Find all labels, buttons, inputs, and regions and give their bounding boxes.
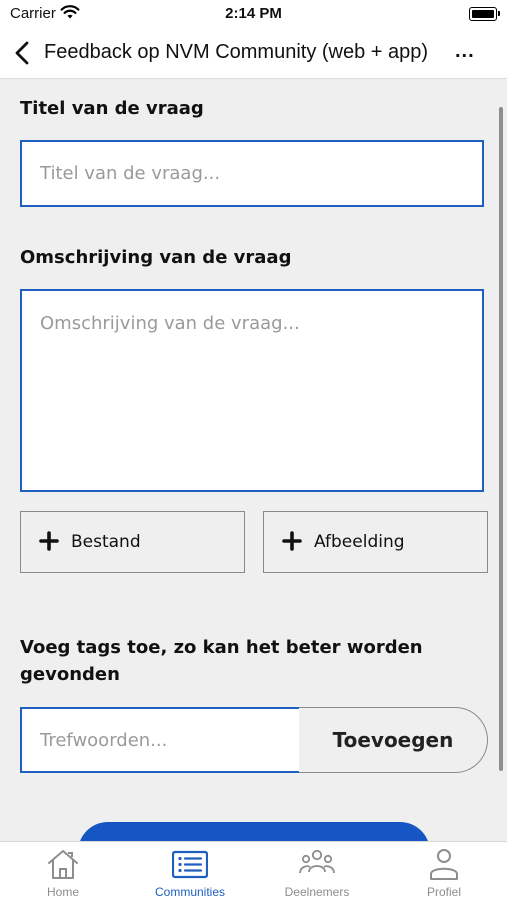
- clock: 2:14 PM: [225, 5, 282, 22]
- add-tag-button[interactable]: Toevoegen: [299, 707, 488, 773]
- add-image-label: Afbeelding: [314, 532, 405, 552]
- title-input-placeholder: Titel van de vraag...: [40, 163, 221, 184]
- more-button[interactable]: ...: [455, 40, 475, 63]
- page-title: Feedback op NVM Community (web + app): [44, 41, 429, 63]
- title-input[interactable]: Titel van de vraag...: [20, 140, 484, 207]
- people-icon: [299, 849, 335, 874]
- tab-bar: Home Communities Deelnemers Profiel: [0, 841, 507, 901]
- tab-communities-label: Communities: [154, 885, 226, 899]
- title-label: Titel van de vraag: [20, 98, 204, 119]
- scrollbar[interactable]: [499, 107, 503, 771]
- list-icon: [172, 850, 208, 879]
- description-label: Omschrijving van de vraag: [20, 247, 292, 268]
- tab-deelnemers-label: Deelnemers: [284, 885, 350, 899]
- plus-icon: [282, 531, 302, 551]
- back-chevron-icon[interactable]: [12, 40, 34, 66]
- tab-home[interactable]: Home: [0, 842, 126, 901]
- navigation-bar: Feedback op NVM Community (web + app) ..…: [0, 28, 507, 79]
- description-placeholder: Omschrijving van de vraag...: [40, 313, 300, 334]
- tab-home-label: Home: [46, 885, 79, 899]
- home-icon: [48, 850, 78, 879]
- add-file-button[interactable]: Bestand: [20, 511, 245, 573]
- tab-profiel-label: Profiel: [426, 885, 461, 899]
- tab-deelnemers[interactable]: Deelnemers: [254, 842, 380, 901]
- tab-communities[interactable]: Communities: [127, 842, 253, 901]
- tags-input-placeholder: Trefwoorden...: [40, 730, 168, 751]
- add-file-label: Bestand: [71, 532, 141, 552]
- description-textarea[interactable]: Omschrijving van de vraag...: [20, 289, 484, 492]
- tab-profiel[interactable]: Profiel: [381, 842, 507, 901]
- form-content: Titel van de vraag Titel van de vraag...…: [0, 79, 507, 841]
- person-icon: [430, 849, 458, 880]
- tags-input[interactable]: Trefwoorden...: [20, 707, 301, 773]
- status-bar: Carrier 2:14 PM: [0, 0, 507, 28]
- plus-icon: [39, 531, 59, 551]
- add-image-button[interactable]: Afbeelding: [263, 511, 488, 573]
- submit-button[interactable]: [78, 822, 430, 841]
- tags-label-continued: gevonden: [20, 664, 120, 685]
- tags-label: Voeg tags toe, zo kan het beter worden: [20, 637, 423, 658]
- battery-icon: [469, 7, 500, 21]
